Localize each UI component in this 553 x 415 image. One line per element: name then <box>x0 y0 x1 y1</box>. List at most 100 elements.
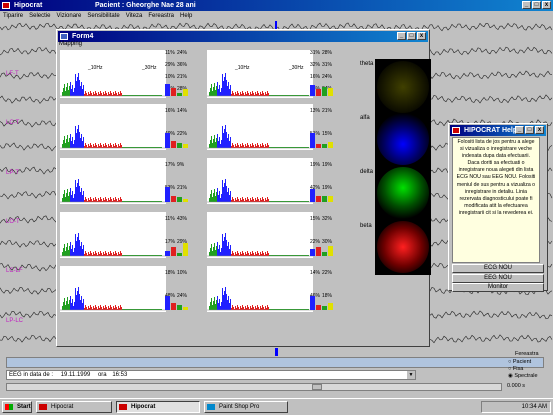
band-bar <box>177 252 182 256</box>
menu-tiparire[interactable]: Tiparire <box>0 11 26 21</box>
hipocrat-icon <box>39 404 47 410</box>
maximize-button[interactable]: □ <box>525 126 534 134</box>
paint-shop-pro-icon <box>207 404 215 410</box>
band-bar <box>183 143 188 148</box>
band-bar <box>177 92 182 96</box>
theta-map <box>377 61 429 113</box>
band-bar <box>328 303 333 310</box>
clock: 10:34 AM <box>521 404 547 410</box>
freq-label-10hz: _10Hz <box>88 65 103 71</box>
spectrum-plot <box>207 50 313 98</box>
start-button[interactable]: Start <box>2 401 32 413</box>
form4-title: Form4 <box>72 33 94 40</box>
spectrum-plot <box>207 158 313 204</box>
close-button[interactable]: x <box>535 126 544 134</box>
band-percent: 14% <box>177 108 188 114</box>
band-bar <box>171 87 176 96</box>
band-bar <box>322 305 327 310</box>
band-bar <box>316 247 321 256</box>
band-bar <box>316 196 321 202</box>
band-label-beta: beta <box>360 223 372 229</box>
freq-label-10hz: _10Hz <box>235 65 250 71</box>
band-bars <box>310 132 334 148</box>
spectrum-plot <box>60 212 166 258</box>
close-button[interactable]: x <box>542 1 551 9</box>
band-percent: 15% <box>310 216 321 222</box>
channel-label: LC-LF <box>6 268 23 274</box>
ecg-nou-button[interactable]: ECG NOU <box>452 264 544 273</box>
delta-map <box>377 167 429 219</box>
band-bar <box>322 86 327 96</box>
band-bars <box>310 186 334 202</box>
spectrum-plot <box>207 266 313 312</box>
beta-map <box>377 221 429 273</box>
band-percent: 19% <box>310 162 321 168</box>
band-bar <box>171 195 176 202</box>
band-bars <box>165 186 189 202</box>
menubar: Tiparire Selectie Vizionare Sensibilitat… <box>0 11 553 21</box>
dropdown-arrow-icon[interactable]: ▼ <box>407 371 415 379</box>
maximize-button[interactable]: □ <box>532 1 541 9</box>
time-marker <box>275 348 278 356</box>
band-bar <box>171 247 176 256</box>
band-percent: 29% <box>165 62 176 68</box>
band-percent: 19% <box>322 162 333 168</box>
band-percent: 21% <box>322 108 333 114</box>
eeg-nou-button[interactable]: EEG NOU <box>452 274 544 283</box>
minimize-button[interactable]: _ <box>522 1 531 9</box>
band-bar <box>310 249 315 256</box>
menu-selectie[interactable]: Selectie <box>26 11 53 21</box>
mapping-menu[interactable]: Mapping <box>59 41 82 47</box>
help-icon <box>452 127 460 134</box>
band-bar <box>171 141 176 148</box>
minimize-button[interactable]: _ <box>397 32 406 40</box>
help-text: Folositi lista de jos pentru a alege si … <box>452 137 540 263</box>
close-button[interactable]: x <box>417 32 426 40</box>
channel-label: LF-T <box>6 71 19 77</box>
help-window: HIPOCRAT Help _ □ x Folositi lista de jo… <box>448 123 548 292</box>
band-bar <box>165 187 170 202</box>
band-bars <box>165 132 189 148</box>
form4-titlebar: Form4 _ □ x <box>58 31 428 42</box>
hipocrat-app-icon <box>2 2 10 9</box>
band-bar <box>328 196 333 202</box>
band-bar <box>310 85 315 96</box>
radio-pacient[interactable]: ○ Pacient <box>508 359 531 365</box>
channel-label: LC-T <box>6 120 20 126</box>
scroll-thumb[interactable] <box>312 384 322 390</box>
menu-sensibilitate[interactable]: Sensibilitate <box>84 11 122 21</box>
menu-viteza[interactable]: Viteza <box>123 11 146 21</box>
band-bar <box>165 83 170 96</box>
radio-fisa[interactable]: ○ Fisa <box>508 366 523 372</box>
radio-spectrale[interactable]: ◉ Spectrale <box>508 373 538 379</box>
band-percent: 31% <box>310 50 321 56</box>
band-bars <box>310 240 334 256</box>
menu-vizionare[interactable]: Vizionare <box>53 11 84 21</box>
taskbar-item-hipocrat-active[interactable]: Hipocrat <box>116 401 200 413</box>
fereastra-label: Fereastra <box>515 351 539 357</box>
time-scrollbar[interactable] <box>6 383 502 391</box>
menu-fereastra[interactable]: Fereastra <box>145 11 177 21</box>
band-bar <box>316 304 321 310</box>
monitor-button[interactable]: Monitor <box>452 283 544 292</box>
maximize-button[interactable]: □ <box>407 32 416 40</box>
taskbar: Start Hipocrat Hipocrat Paint Shop Pro 1… <box>0 398 553 415</box>
time-readout: 0.000 s <box>507 383 526 389</box>
menu-help[interactable]: Help <box>177 11 195 21</box>
hipocrat-icon <box>119 404 127 410</box>
band-bar <box>165 295 170 310</box>
band-bar <box>177 143 182 148</box>
band-percent: 32% <box>322 216 333 222</box>
band-bar <box>171 302 176 310</box>
band-bars <box>165 240 189 256</box>
band-bar <box>328 87 333 96</box>
band-bar <box>183 307 188 310</box>
timeline-bar[interactable] <box>6 357 544 368</box>
minimize-button[interactable]: _ <box>515 126 524 134</box>
band-label-delta: delta <box>360 169 374 175</box>
band-bar <box>316 143 321 148</box>
eeg-record-select[interactable]: EEG in data de : 19.11.1999 ora 16:53 ▼ <box>6 370 416 380</box>
taskbar-item-paint-shop-pro[interactable]: Paint Shop Pro <box>204 401 288 413</box>
channel-label: LO-T <box>6 219 20 225</box>
taskbar-item-hipocrat[interactable]: Hipocrat <box>36 401 112 413</box>
